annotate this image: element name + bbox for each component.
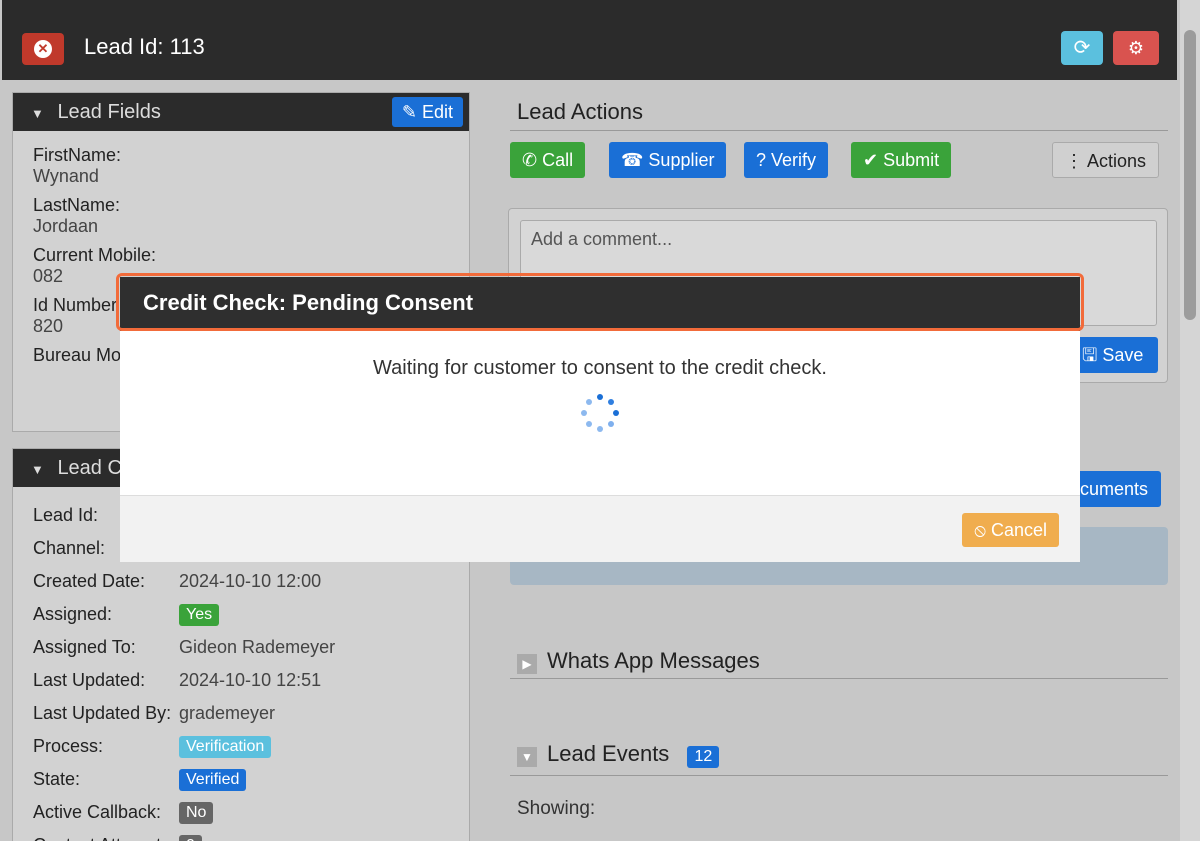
caret-down-icon: ▼ <box>31 462 44 477</box>
divider <box>510 775 1168 776</box>
refresh-icon: ⟳ <box>1073 37 1091 59</box>
chevron-right-icon: ▶ <box>517 654 537 674</box>
call-label: Call <box>542 150 574 170</box>
field-label: LastName: <box>33 195 121 215</box>
showing-label: Showing: <box>517 798 596 819</box>
verify-label: Verify <box>771 150 817 170</box>
settings-button[interactable]: ⚙ <box>1113 31 1159 65</box>
loading-spinner-icon <box>581 394 619 432</box>
lead-events-header[interactable]: ▼ Lead Events 12 <box>517 741 720 768</box>
info-row: Created Date: 2024-10-10 12:00 <box>33 565 449 598</box>
call-button[interactable]: ✆ Call <box>510 142 586 178</box>
info-row: Process: Verification <box>33 730 449 763</box>
info-value: Gideon Rademeyer <box>179 637 336 657</box>
info-label: Active Callback: <box>33 802 162 822</box>
credit-check-modal: Credit Check: Pending Consent Waiting fo… <box>120 277 1080 562</box>
status-badge: Verified <box>179 768 247 791</box>
status-badge: 0 <box>179 834 202 841</box>
save-label: Save <box>1102 345 1144 365</box>
modal-message: Waiting for customer to consent to the c… <box>373 357 827 379</box>
verify-button[interactable]: ? Verify <box>744 142 829 178</box>
caret-down-icon: ▼ <box>31 106 44 121</box>
submit-button[interactable]: ✔ Submit <box>851 142 952 178</box>
field-label: Current Mobile: <box>33 245 157 265</box>
info-label: Last Updated: <box>33 670 146 690</box>
edit-button[interactable]: ✎ Edit <box>391 97 463 127</box>
actions-label: Actions <box>1087 151 1147 171</box>
scrollbar-thumb[interactable] <box>1184 30 1196 320</box>
page-title: Lead Id: 113 <box>84 34 205 59</box>
info-row: Last Updated By: grademeyer <box>33 697 449 730</box>
info-value: 2024-10-10 12:51 <box>179 670 322 690</box>
lead-info-title: Lead C <box>57 457 122 479</box>
modal-title: Credit Check: Pending Consent <box>120 277 1080 331</box>
lead-fields-header[interactable]: ▼ Lead Fields ✎ Edit <box>13 93 469 131</box>
supplier-button[interactable]: ☎ Supplier <box>609 142 727 178</box>
field-label: FirstName: <box>33 145 122 165</box>
supplier-label: Supplier <box>648 150 715 170</box>
status-badge: Yes <box>179 603 220 626</box>
lead-actions-title: Lead Actions <box>517 99 643 124</box>
lead-events-title: Lead Events <box>547 741 670 766</box>
close-lead-button[interactable]: ✕ <box>22 33 64 65</box>
status-badge: Verification <box>179 735 272 758</box>
lead-fields-title: Lead Fields <box>57 101 161 123</box>
divider <box>510 678 1168 679</box>
info-label: Process: <box>33 736 104 756</box>
whatsapp-title: Whats App Messages <box>547 648 760 673</box>
whatsapp-header[interactable]: ▶ Whats App Messages <box>517 648 760 674</box>
info-label: Last Updated By: <box>33 703 172 723</box>
info-row: State: Verified <box>33 763 449 796</box>
gear-icon: ⚙ <box>1127 38 1145 58</box>
info-row: Contact Attempts:0 <box>33 829 449 841</box>
info-label: Assigned To: <box>33 637 136 657</box>
divider <box>510 130 1168 131</box>
cancel-label: Cancel <box>990 520 1047 540</box>
info-row: Assigned: Yes <box>33 598 449 631</box>
documents-button[interactable]: cuments <box>1072 471 1161 507</box>
info-label: Contact Attempts: <box>33 835 179 841</box>
cancel-button[interactable]: ⦸ Cancel <box>962 513 1059 547</box>
chevron-down-icon: ▼ <box>517 747 537 767</box>
refresh-button[interactable]: ⟳ <box>1061 31 1103 65</box>
info-label: State: <box>33 769 81 789</box>
info-row: Active Callback: No <box>33 796 449 829</box>
info-value: grademeyer <box>179 703 276 723</box>
top-header: ✕ Lead Id: 113 ⟳ ⚙ <box>2 0 1177 80</box>
events-count-badge: 12 <box>687 746 720 768</box>
info-label: Assigned: <box>33 604 113 624</box>
save-button[interactable]: 🖫 Save <box>1072 337 1158 373</box>
info-label: Created Date: <box>33 571 146 591</box>
info-value: 2024-10-10 12:00 <box>179 571 322 591</box>
edit-label: Edit <box>421 102 453 122</box>
field-value: Wynand <box>33 166 99 186</box>
info-row: Assigned To: Gideon Rademeyer <box>33 631 449 664</box>
submit-label: Submit <box>883 150 940 170</box>
field-value: Jordaan <box>33 216 99 236</box>
close-icon: ✕ <box>34 40 52 58</box>
modal-footer: ⦸ Cancel <box>120 495 1080 562</box>
info-row: Last Updated: 2024-10-10 12:51 <box>33 664 449 697</box>
actions-menu-button[interactable]: ⋮ Actions <box>1052 142 1160 178</box>
status-badge: No <box>179 801 214 824</box>
